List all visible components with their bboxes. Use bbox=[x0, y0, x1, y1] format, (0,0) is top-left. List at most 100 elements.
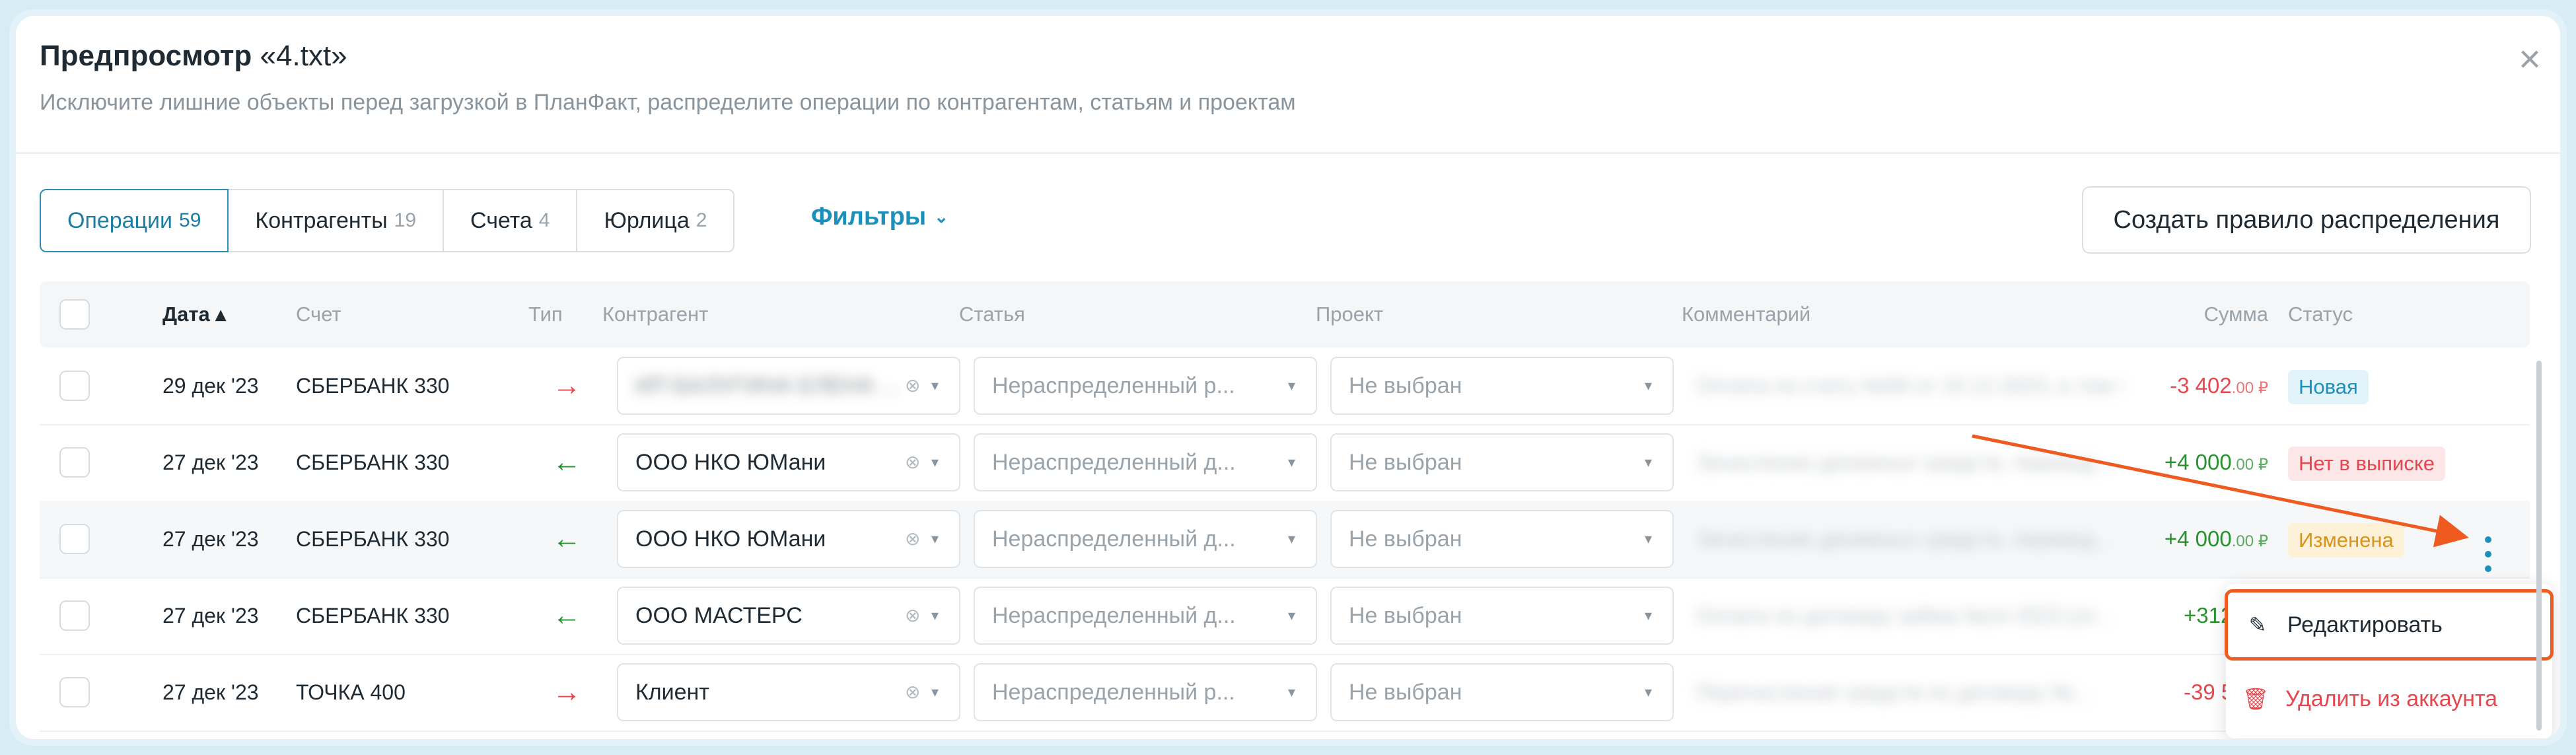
caret-down-icon: ▾ bbox=[1645, 684, 1653, 700]
status-badge: Новая bbox=[2288, 370, 2369, 404]
status-badge: Изменена bbox=[2288, 523, 2404, 557]
row-account: СБЕРБАНК 330 bbox=[296, 450, 450, 474]
table-row[interactable]: 29 дек '23 СБЕРБАНК 330 → ИП БАЛУГИНА ЕЛЕНА… bbox=[40, 347, 2530, 425]
column-date[interactable]: Дата ▴ bbox=[162, 281, 226, 347]
trash-icon: 🗑 bbox=[2242, 687, 2270, 711]
tab-legal-entities[interactable]: Юрлица 2 bbox=[576, 189, 735, 252]
table-row[interactable]: 27 дек '23 СБЕРБАНК 330 ← ООО МАСТЕРС ⊗ ▾ Нера… bbox=[40, 577, 2530, 655]
preview-modal: Предпросмотр «4.txt» Исключите лишние об… bbox=[16, 16, 2560, 739]
select-all-checkbox[interactable] bbox=[59, 299, 90, 330]
project-value: Не выбран bbox=[1349, 450, 1462, 475]
caret-down-icon: ▾ bbox=[1645, 377, 1653, 394]
table-row[interactable]: 27 дек '23 СБЕРБАНК 330 ← ООО НКО ЮМани ⊗ ▾ Не… bbox=[40, 424, 2530, 502]
clear-icon[interactable]: ⊗ bbox=[905, 588, 920, 643]
article-value: Нераспределенный д... bbox=[992, 450, 1236, 475]
article-select[interactable]: Нераспределенный р... ▾ bbox=[974, 357, 1317, 415]
edit-menu-item[interactable]: ✎ Редактировать bbox=[2225, 589, 2554, 661]
clear-icon[interactable]: ⊗ bbox=[905, 511, 920, 567]
arrow-right-icon: → bbox=[552, 369, 581, 402]
caret-down-icon: ▾ bbox=[1645, 454, 1653, 470]
clear-icon[interactable]: ⊗ bbox=[905, 665, 920, 720]
project-select[interactable]: Не выбран ▾ bbox=[1330, 663, 1674, 721]
counterparty-value: ООО МАСТЕРС bbox=[635, 603, 803, 628]
row-date: 27 дек '23 bbox=[162, 680, 259, 704]
counterparty-value: ООО НКО ЮМани bbox=[635, 526, 826, 552]
delete-menu-item[interactable]: 🗑 Удалить из аккаунта bbox=[2226, 666, 2552, 732]
modal-title: Предпросмотр «4.txt» bbox=[40, 40, 347, 72]
caret-down-icon: ▾ bbox=[931, 684, 939, 700]
caret-down-icon: ▾ bbox=[931, 454, 939, 470]
table-row[interactable]: 27 дек '23 СБЕРБАНК 330 ← ООО НКО ЮМани ⊗ ▾ Не… bbox=[40, 501, 2530, 579]
row-date: 27 дек '23 bbox=[162, 527, 259, 551]
article-value: Нераспределенный д... bbox=[992, 603, 1236, 628]
row-checkbox[interactable] bbox=[59, 371, 90, 401]
column-amount: Сумма bbox=[2203, 303, 2268, 326]
counterparty-select[interactable]: ИП БАЛУГИНА ЕЛЕНА ... ⊗ ▾ bbox=[617, 357, 960, 415]
article-select[interactable]: Нераспределенный д... ▾ bbox=[974, 587, 1317, 645]
column-account: Счет bbox=[296, 303, 341, 326]
caret-down-icon: ▾ bbox=[1645, 607, 1653, 624]
table-scrollbar[interactable] bbox=[2536, 361, 2542, 731]
clear-icon[interactable]: ⊗ bbox=[905, 435, 920, 490]
tab-bar: Операции 59 Контрагенты 19 Счета 4 Юрлица 2 bbox=[40, 189, 735, 252]
counterparty-select[interactable]: ООО МАСТЕРС ⊗ ▾ bbox=[617, 587, 960, 645]
row-account: ТОЧКА 400 bbox=[296, 680, 406, 704]
row-actions-icon[interactable] bbox=[2480, 536, 2496, 573]
row-amount: -3 402.00 ₽ bbox=[2170, 373, 2268, 398]
row-date: 27 дек '23 bbox=[162, 450, 259, 474]
caret-down-icon: ▾ bbox=[931, 530, 939, 547]
counterparty-value: ИП БАЛУГИНА ЕЛЕНА ... bbox=[635, 373, 900, 398]
project-value: Не выбран bbox=[1349, 680, 1462, 705]
counterparty-value: Клиент bbox=[635, 680, 709, 705]
project-select[interactable]: Не выбран ▾ bbox=[1330, 587, 1674, 645]
counterparty-select[interactable]: Клиент ⊗ ▾ bbox=[617, 663, 960, 721]
counterparty-select[interactable]: ООО НКО ЮМани ⊗ ▾ bbox=[617, 510, 960, 568]
column-status: Статус bbox=[2288, 303, 2353, 326]
article-value: Нераспределенный д... bbox=[992, 526, 1236, 552]
article-select[interactable]: Нераспределенный д... ▾ bbox=[974, 433, 1317, 491]
row-account: СБЕРБАНК 330 bbox=[296, 527, 450, 551]
table-header: Дата ▴ Счет Тип Контрагент Статья Проект… bbox=[40, 281, 2530, 347]
row-amount: +4 000.00 ₽ bbox=[2164, 450, 2268, 474]
article-select[interactable]: Нераспределенный д... ▾ bbox=[974, 510, 1317, 568]
project-select[interactable]: Не выбран ▾ bbox=[1330, 357, 1674, 415]
chevron-down-icon: ⌄ bbox=[934, 207, 949, 227]
tab-counterparties[interactable]: Контрагенты 19 bbox=[227, 189, 445, 252]
row-account: СБЕРБАНК 330 bbox=[296, 374, 450, 398]
tab-operations[interactable]: Операции 59 bbox=[40, 189, 229, 252]
article-select[interactable]: Нераспределенный р... ▾ bbox=[974, 663, 1317, 721]
row-checkbox[interactable] bbox=[59, 524, 90, 554]
tab-accounts[interactable]: Счета 4 bbox=[443, 189, 578, 252]
article-value: Нераспределенный р... bbox=[992, 373, 1235, 398]
counterparty-value: ООО НКО ЮМани bbox=[635, 450, 826, 475]
row-comment: Зачисление денежных средств, перевод... bbox=[1696, 527, 2112, 551]
row-comment: Оплата по счету №58 от 15.12.2023, в том… bbox=[1696, 374, 2126, 398]
article-value: Нераспределенный р... bbox=[992, 680, 1235, 705]
file-name: «4.txt» bbox=[260, 40, 347, 72]
pencil-icon: ✎ bbox=[2248, 613, 2267, 637]
modal-subtitle: Исключите лишние объекты перед загрузкой… bbox=[40, 90, 1296, 115]
row-checkbox[interactable] bbox=[59, 447, 90, 478]
counterparty-select[interactable]: ООО НКО ЮМани ⊗ ▾ bbox=[617, 433, 960, 491]
arrow-left-icon: ← bbox=[552, 599, 581, 631]
arrow-right-icon: → bbox=[552, 676, 581, 708]
clear-icon[interactable]: ⊗ bbox=[905, 358, 920, 413]
project-value: Не выбран bbox=[1349, 373, 1462, 398]
caret-down-icon: ▾ bbox=[931, 607, 939, 624]
project-select[interactable]: Не выбран ▾ bbox=[1330, 433, 1674, 491]
row-account: СБЕРБАНК 330 bbox=[296, 604, 450, 628]
row-date: 27 дек '23 bbox=[162, 604, 259, 628]
caret-down-icon: ▾ bbox=[1645, 530, 1653, 547]
arrow-left-icon: ← bbox=[552, 522, 581, 555]
table-row[interactable]: 27 дек '23 ТОЧКА 400 → Клиент ⊗ ▾ Нераспределе… bbox=[40, 654, 2530, 732]
project-value: Не выбран bbox=[1349, 603, 1462, 628]
row-checkbox[interactable] bbox=[59, 677, 90, 707]
row-checkbox[interactable] bbox=[59, 600, 90, 631]
header-divider bbox=[16, 152, 2560, 154]
create-rule-button[interactable]: Создать правило распределения bbox=[2082, 186, 2531, 254]
filters-dropdown[interactable]: Фильтры ⌄ bbox=[811, 203, 948, 231]
project-select[interactable]: Не выбран ▾ bbox=[1330, 510, 1674, 568]
caret-down-icon: ▾ bbox=[1288, 607, 1296, 624]
column-type: Тип bbox=[528, 303, 563, 326]
close-icon[interactable]: × bbox=[2511, 40, 2548, 79]
